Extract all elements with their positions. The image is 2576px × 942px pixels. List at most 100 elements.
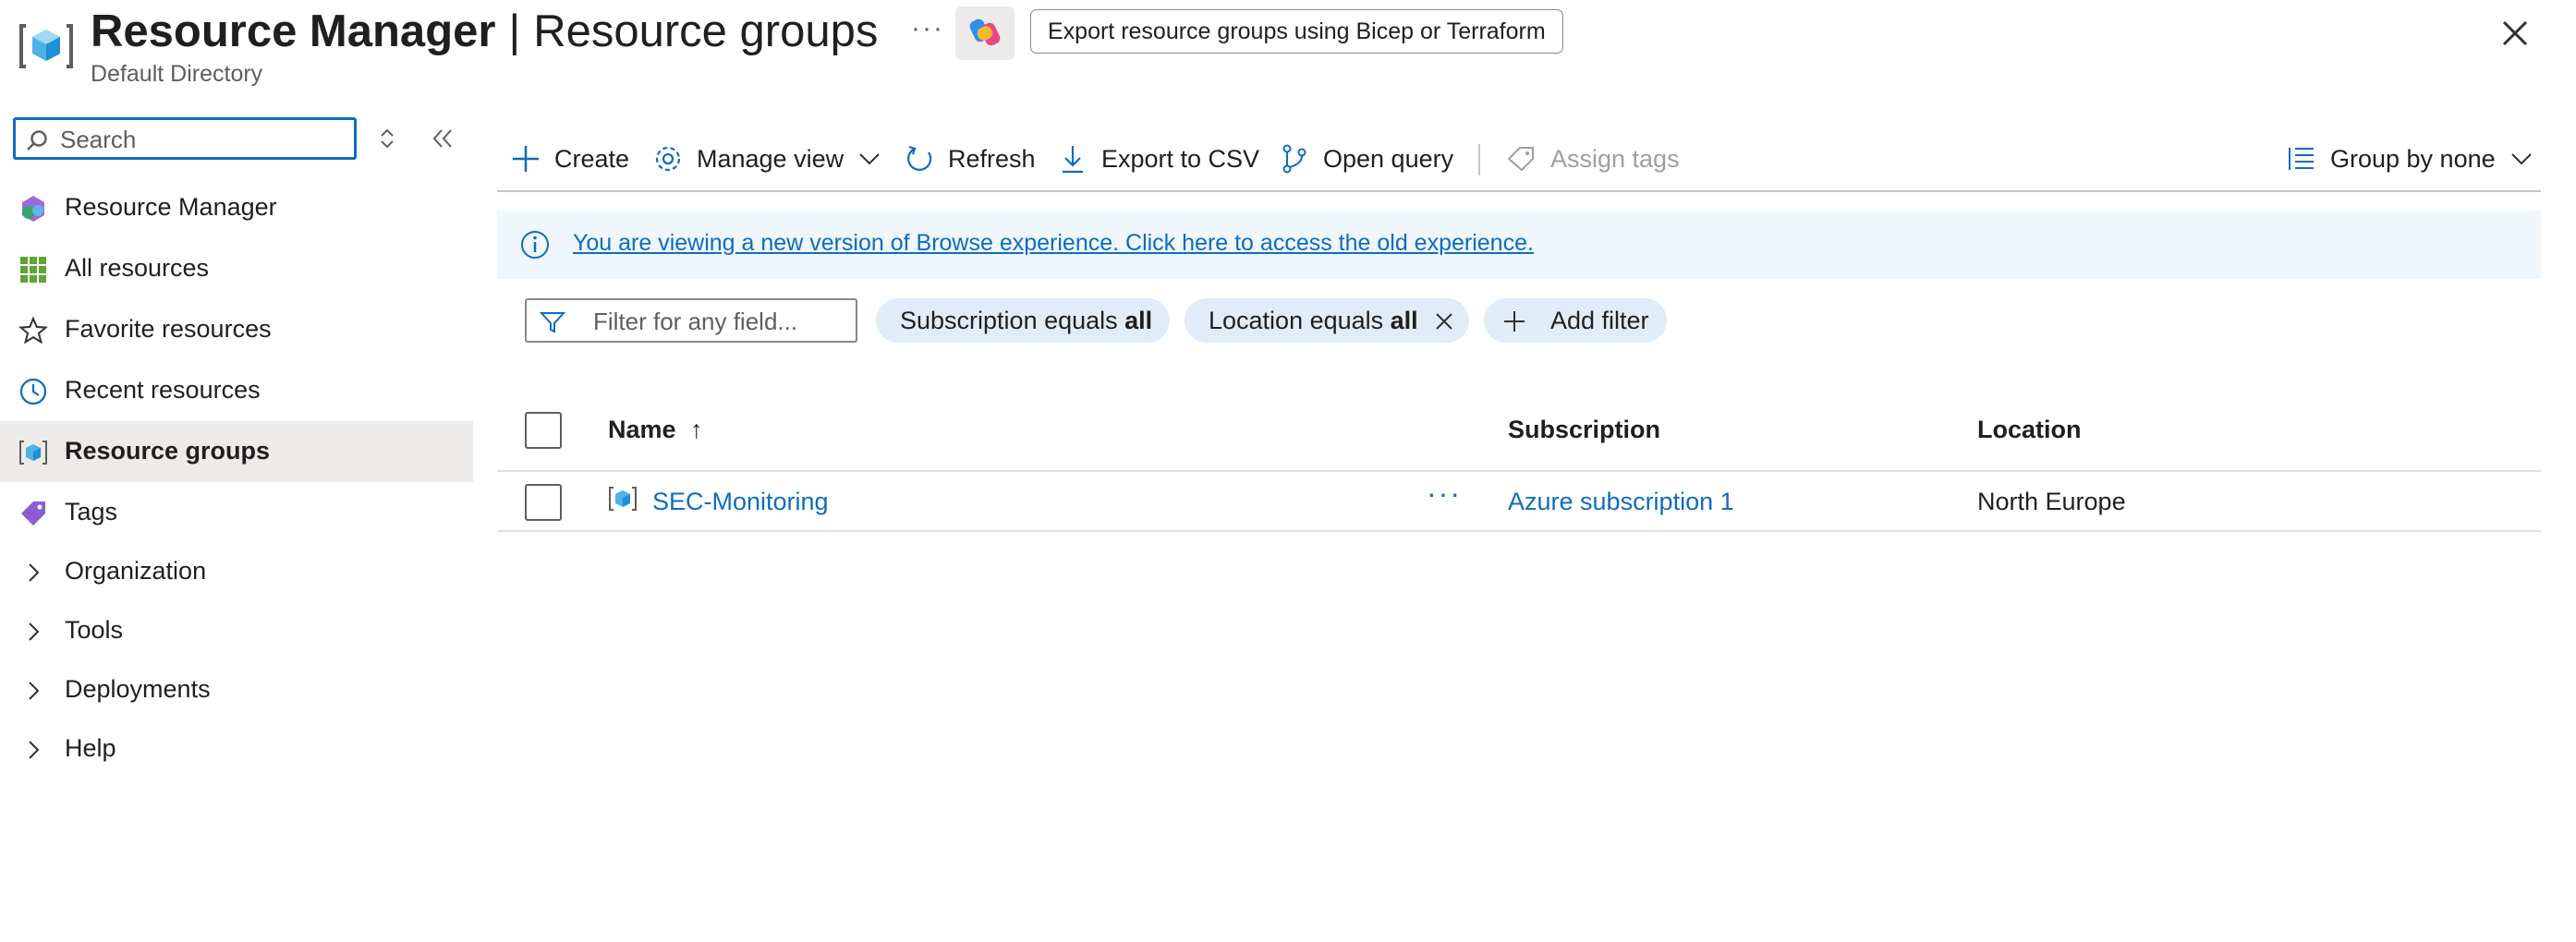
open-query-button[interactable]: Open query [1279,137,1453,181]
search-icon [27,130,47,151]
sidebar-item-label: Resource Manager [65,193,277,221]
plus-icon [1504,311,1525,332]
row-checkbox[interactable] [525,484,562,521]
sidebar-item-label: Favorite resources [65,315,272,343]
sidebar-item-label: All resources [65,254,210,282]
star-icon [18,316,48,344]
group-by-label: Group by none [2330,144,2496,173]
refresh-label: Refresh [948,144,1036,173]
sidebar-item-tags[interactable]: Tags [0,482,473,543]
resource-group-icon [19,441,47,465]
manage-view-label: Manage view [697,144,844,173]
list-icon [2289,148,2314,170]
filter-input[interactable]: Filter for any field... [525,298,857,343]
chevron-down-icon [2510,153,2532,165]
column-header-label: Name [608,416,676,443]
close-icon[interactable] [2498,17,2532,50]
sidebar-item-label: Resource groups [65,437,271,465]
filter-pill-prefix: Subscription equals [900,307,1125,334]
sidebar-item-organization[interactable]: Organization [0,541,473,602]
toolbar-divider [1478,144,1480,175]
chevron-right-icon [29,622,40,641]
filter-pill-prefix: Location equals [1209,307,1391,334]
row-more-options-button[interactable]: ··· [1427,477,1462,511]
assign-tags-button[interactable]: Assign tags [1506,137,1680,181]
sidebar-item-help[interactable]: Help [0,719,473,779]
sidebar-item-resource-manager[interactable]: Resource Manager [0,177,473,238]
more-options-button[interactable]: ··· [911,13,944,44]
select-all-checkbox[interactable] [525,412,562,449]
create-label: Create [554,144,630,173]
chevron-down-icon [859,153,880,165]
subscription-link[interactable]: Azure subscription 1 [1508,488,1734,516]
resource-manager-icon [22,196,44,222]
sidebar-item-label: Recent resources [65,376,261,404]
chevron-right-icon [29,741,40,759]
sidebar-item-label: Tools [65,616,124,644]
copilot-icon [969,18,1001,46]
create-button[interactable]: Create [510,137,629,181]
resource-group-icon [18,18,74,74]
chevron-right-icon [29,682,40,700]
filter-pill-value: all [1390,307,1418,334]
tag-icon [21,501,45,525]
gear-icon [655,146,681,172]
directory-subtitle: Default Directory [91,61,263,87]
sidebar-item-all-resources[interactable]: All resources [0,238,473,299]
sidebar-item-resource-groups[interactable]: Resource groups [0,421,473,482]
column-header-subscription[interactable]: Subscription [1508,416,1660,444]
sidebar-item-label: Tags [65,498,118,525]
info-icon [521,231,549,259]
sidebar-item-label: Organization [65,557,207,585]
refresh-icon [907,145,932,171]
export-csv-button[interactable]: Export to CSV [1057,137,1259,181]
download-icon [1063,146,1083,174]
add-filter-label: Add filter [1550,307,1649,334]
assign-tags-label: Assign tags [1550,144,1680,173]
manage-view-button[interactable]: Manage view [652,137,882,181]
page-title: Resource Manager | Resource groups [91,4,878,59]
filter-pill-value: all [1124,307,1153,334]
location-filter-pill[interactable]: Location equals all [1185,298,1469,343]
toolbar-divider-line [497,190,2541,192]
location-cell: North Europe [1977,488,2126,515]
subscription-filter-pill[interactable]: Subscription equals all [876,298,1170,343]
sidebar-search-input[interactable]: Search [13,117,357,160]
sidebar-item-tools[interactable]: Tools [0,600,473,661]
collapse-sidebar-icon[interactable] [431,127,456,150]
clock-icon [19,378,47,405]
column-header-name[interactable]: Name ↑ [608,416,703,444]
sidebar-item-label: Help [65,734,116,762]
table-header-divider [497,470,2541,472]
title-app-name: Resource Manager [91,6,496,56]
copilot-button[interactable] [955,6,1015,60]
sidebar-item-deployments[interactable]: Deployments [0,659,473,720]
info-banner: You are viewing a new version of Browse … [497,211,2541,279]
table-row-divider [497,530,2541,532]
filter-icon [540,312,565,333]
old-experience-link[interactable]: You are viewing a new version of Browse … [573,230,1534,257]
column-header-location[interactable]: Location [1977,416,2082,444]
resource-group-name-link[interactable]: SEC-Monitoring [652,488,829,516]
export-csv-label: Export to CSV [1101,144,1260,173]
sort-toggle-icon[interactable] [377,127,397,150]
sidebar-item-label: Deployments [65,675,211,703]
grid-icon [20,257,46,283]
chevron-right-icon [29,563,40,582]
search-placeholder: Search [60,126,137,153]
title-page-name: Resource groups [533,6,879,56]
tag-outline-icon [1507,147,1534,172]
refresh-button[interactable]: Refresh [904,137,1036,181]
add-filter-button[interactable]: Add filter [1484,298,1667,343]
group-by-dropdown[interactable]: Group by none [2286,137,2534,181]
filter-placeholder: Filter for any field... [593,308,798,335]
sidebar-item-favorite-resources[interactable]: Favorite resources [0,299,473,360]
remove-filter-icon[interactable] [1434,311,1454,332]
sidebar-item-recent-resources[interactable]: Recent resources [0,360,473,421]
export-bicep-terraform-button[interactable]: Export resource groups using Bicep or Te… [1030,9,1563,54]
sort-ascending-icon: ↑ [690,416,703,443]
title-separator: | [508,6,521,56]
open-query-label: Open query [1323,144,1454,173]
resource-group-icon [609,487,637,511]
plus-icon [513,146,539,172]
